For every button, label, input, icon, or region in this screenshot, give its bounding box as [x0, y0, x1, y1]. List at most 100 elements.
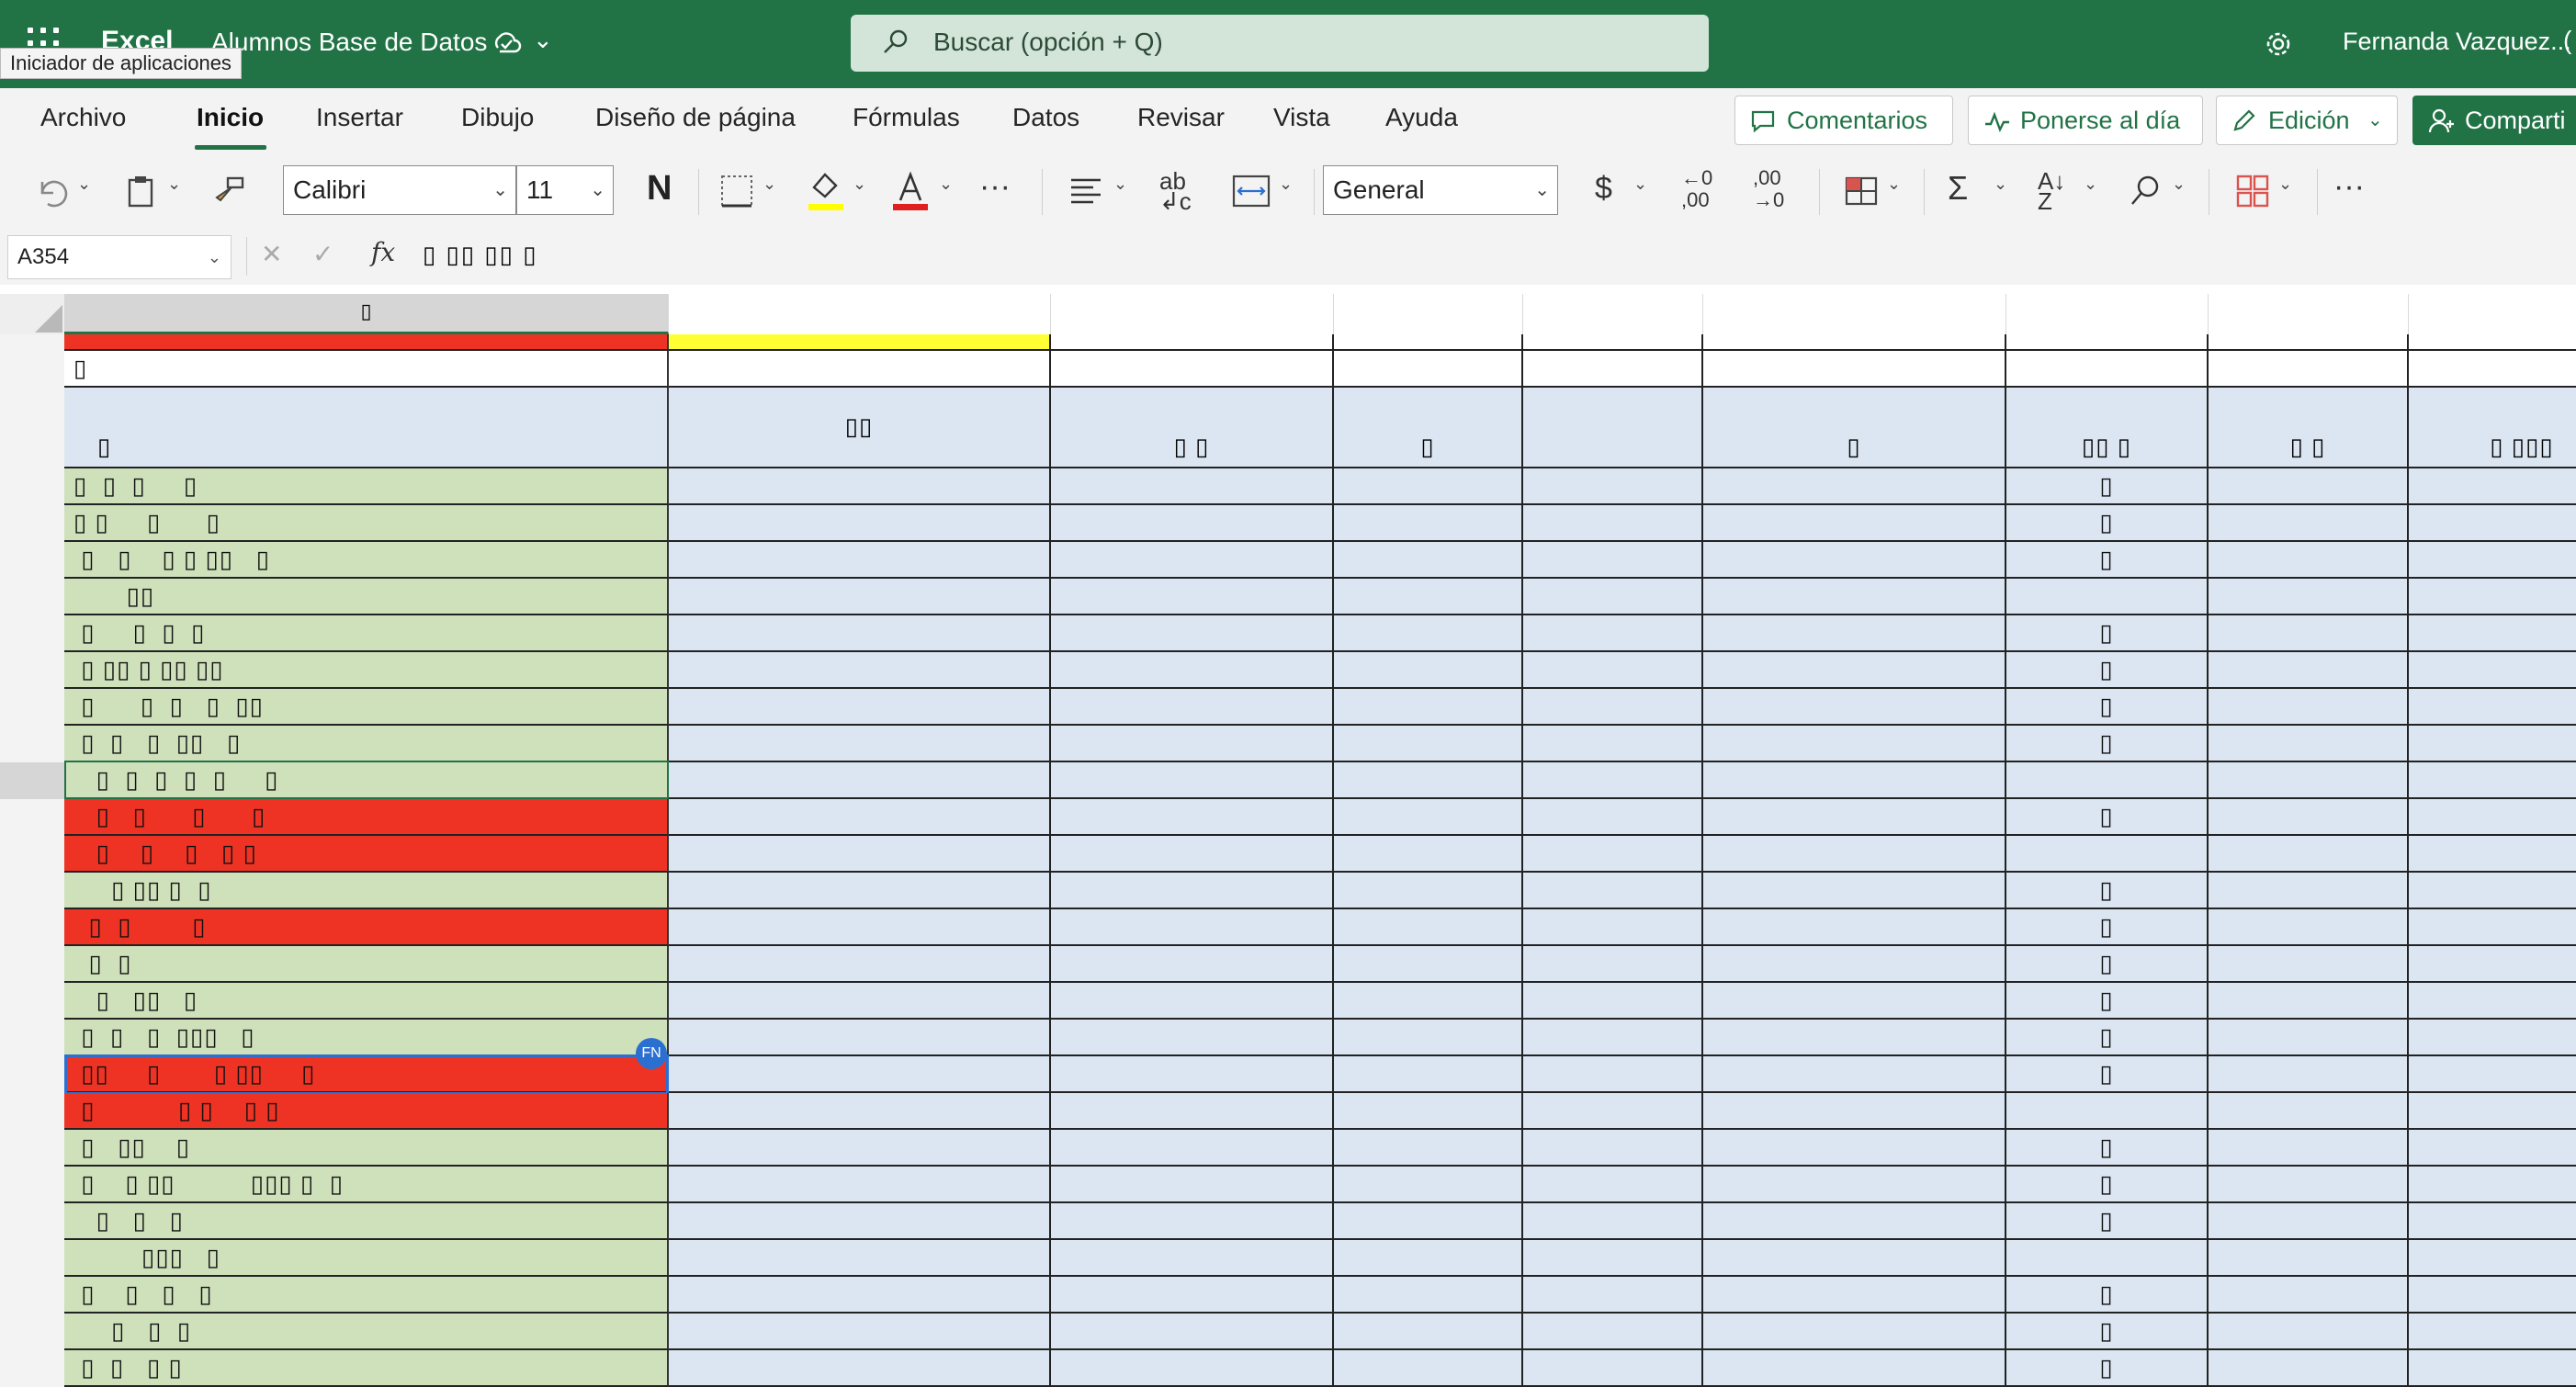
- cell[interactable]: [2209, 351, 2409, 388]
- cell[interactable]: [1703, 652, 2006, 689]
- cell[interactable]: [2209, 652, 2409, 689]
- cell[interactable]: [2409, 1203, 2576, 1240]
- cell[interactable]: ▯ ▯: [64, 946, 669, 983]
- column-header[interactable]: [1523, 294, 1703, 334]
- cell[interactable]: [1703, 946, 2006, 983]
- cell[interactable]: [1051, 1277, 1334, 1314]
- cell[interactable]: [1051, 1167, 1334, 1203]
- chevron-down-icon[interactable]: ⌄: [1887, 175, 1901, 194]
- cell[interactable]: [1051, 836, 1334, 873]
- chevron-down-icon[interactable]: ⌄: [2278, 175, 2292, 194]
- cell[interactable]: [1523, 652, 1703, 689]
- cell[interactable]: [669, 1240, 1051, 1277]
- cell[interactable]: [1703, 1277, 2006, 1314]
- cell[interactable]: [669, 1167, 1051, 1203]
- cell[interactable]: [2209, 1167, 2409, 1203]
- cell[interactable]: [669, 1314, 1051, 1350]
- paste-clipboard-icon[interactable]: [123, 173, 160, 209]
- row-header-selected[interactable]: [0, 762, 64, 799]
- cell[interactable]: [1334, 946, 1523, 983]
- cell[interactable]: [1051, 1240, 1334, 1277]
- cell[interactable]: [2209, 1203, 2409, 1240]
- format-painter-icon[interactable]: [211, 173, 248, 209]
- cell[interactable]: [669, 726, 1051, 762]
- cell[interactable]: [1523, 1350, 1703, 1387]
- cell[interactable]: [1703, 726, 2006, 762]
- cell[interactable]: ▯▯: [64, 579, 669, 615]
- cell[interactable]: [1334, 1056, 1523, 1093]
- font-color-icon[interactable]: [891, 169, 930, 211]
- cell[interactable]: [2409, 505, 2576, 542]
- cell[interactable]: [1334, 615, 1523, 652]
- cell[interactable]: [2409, 799, 2576, 836]
- editing-mode-button[interactable]: Edición ⌄: [2216, 96, 2398, 145]
- cell[interactable]: [1523, 388, 1703, 468]
- chevron-down-icon[interactable]: ⌄: [939, 175, 953, 194]
- cell[interactable]: [2006, 1093, 2209, 1130]
- cell[interactable]: ▯: [2006, 1056, 2209, 1093]
- tab-insertar[interactable]: Insertar: [316, 103, 403, 132]
- column-header[interactable]: [1703, 294, 2006, 334]
- catch-up-button[interactable]: Ponerse al día: [1968, 96, 2203, 145]
- cell[interactable]: [1334, 1093, 1523, 1130]
- undo-icon[interactable]: [33, 173, 70, 209]
- cell[interactable]: ▯: [2006, 1314, 2209, 1350]
- cell[interactable]: ▯: [2006, 1020, 2209, 1056]
- cell[interactable]: [2209, 1056, 2409, 1093]
- cell[interactable]: ▯ ▯ ▯ ▯ ▯▯ ▯: [64, 542, 669, 579]
- cell[interactable]: ▯ ▯ ▯ ▯: [64, 799, 669, 836]
- merge-cells-icon[interactable]: [1231, 173, 1271, 209]
- cell[interactable]: ▯ ▯ ▯ ▯▯▯ ▯: [64, 1020, 669, 1056]
- cell[interactable]: [1334, 505, 1523, 542]
- cell[interactable]: [669, 1056, 1051, 1093]
- chevron-down-icon[interactable]: ⌄: [2172, 175, 2186, 194]
- cell[interactable]: ▯▯ ▯: [2006, 388, 2209, 468]
- collaborator-badge[interactable]: FN: [636, 1038, 667, 1069]
- cell[interactable]: ▯: [1703, 388, 2006, 468]
- tab-inicio[interactable]: Inicio: [197, 103, 264, 132]
- chevron-down-icon[interactable]: ⌄: [763, 175, 776, 194]
- cell[interactable]: [1703, 1130, 2006, 1167]
- cell[interactable]: [2209, 1350, 2409, 1387]
- cell[interactable]: [2409, 1277, 2576, 1314]
- more-options-button[interactable]: ···: [2333, 169, 2365, 205]
- cell[interactable]: [1334, 1167, 1523, 1203]
- cell[interactable]: ▯ ▯: [1051, 388, 1334, 468]
- cell[interactable]: [2409, 873, 2576, 909]
- cell[interactable]: [2006, 579, 2209, 615]
- cell[interactable]: [2409, 1314, 2576, 1350]
- cell[interactable]: [2409, 946, 2576, 983]
- cell[interactable]: [1523, 1167, 1703, 1203]
- cell[interactable]: [669, 762, 1051, 799]
- user-avatar-edge[interactable]: (: [2563, 26, 2571, 55]
- cell[interactable]: [1523, 909, 1703, 946]
- cell[interactable]: [1051, 946, 1334, 983]
- cell[interactable]: [1703, 579, 2006, 615]
- cell[interactable]: [1334, 726, 1523, 762]
- cell[interactable]: ▯: [64, 351, 669, 388]
- cell[interactable]: ▯: [2006, 909, 2209, 946]
- cell[interactable]: ▯ ▯ ▯ ▯▯ ▯: [64, 726, 669, 762]
- cell[interactable]: [669, 615, 1051, 652]
- cell[interactable]: [1051, 726, 1334, 762]
- tab-diseno-de-pagina[interactable]: Diseño de página: [595, 103, 796, 132]
- tab-ayuda[interactable]: Ayuda: [1385, 103, 1458, 132]
- cell[interactable]: ▯: [2006, 1130, 2209, 1167]
- cell[interactable]: [2409, 615, 2576, 652]
- cell[interactable]: [1703, 334, 2006, 351]
- cell[interactable]: [64, 334, 669, 351]
- cell[interactable]: [1523, 836, 1703, 873]
- cell[interactable]: [1051, 1093, 1334, 1130]
- cell[interactable]: [2409, 468, 2576, 505]
- cell[interactable]: [1523, 726, 1703, 762]
- cancel-icon[interactable]: ✕: [261, 239, 282, 269]
- cell[interactable]: [1334, 468, 1523, 505]
- tab-datos[interactable]: Datos: [1012, 103, 1079, 132]
- column-header[interactable]: ▯: [64, 294, 669, 334]
- cell[interactable]: [1051, 689, 1334, 726]
- cell[interactable]: [1703, 1240, 2006, 1277]
- cell[interactable]: [1523, 946, 1703, 983]
- cell[interactable]: ▯: [2006, 799, 2209, 836]
- cell[interactable]: [1051, 983, 1334, 1020]
- chevron-down-icon[interactable]: ⌄: [1633, 175, 1647, 194]
